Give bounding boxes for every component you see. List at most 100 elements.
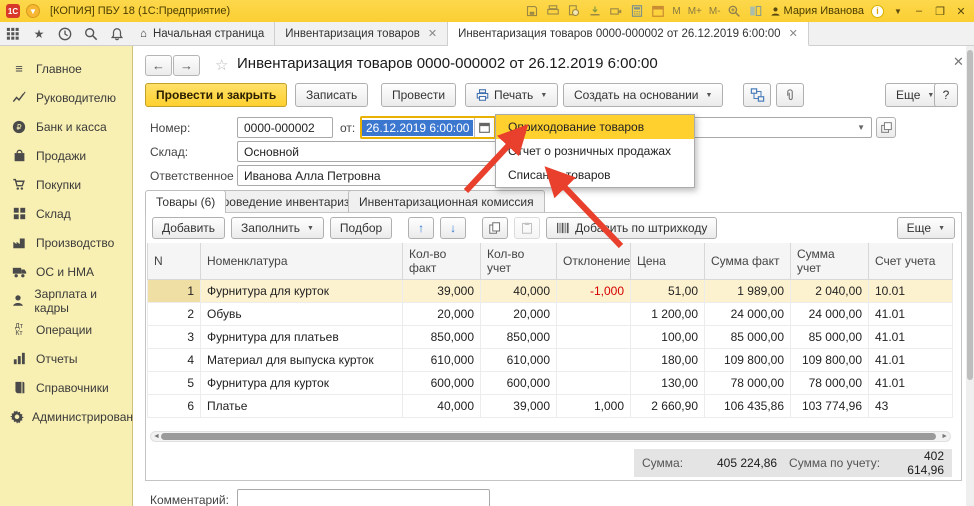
col-account[interactable]: Счет учета <box>869 243 953 280</box>
sidebar-item-directories[interactable]: Справочники <box>0 373 132 402</box>
forward-button[interactable]: → <box>173 55 200 76</box>
tab-inventory-document[interactable]: Инвентаризация товаров 0000-000002 от 26… <box>448 22 809 46</box>
comment-label: Комментарий: <box>150 493 229 506</box>
sidebar-item-purchases[interactable]: Покупки <box>0 170 132 199</box>
memory-mminus-button[interactable]: М- <box>709 6 721 17</box>
ruble-coin-icon: ₽ <box>10 120 28 134</box>
help-button[interactable]: ? <box>934 83 958 107</box>
tab-goods[interactable]: Товары (6) <box>145 190 226 213</box>
col-qty-fact[interactable]: Кол-во факт <box>403 243 481 280</box>
memory-mplus-button[interactable]: М+ <box>688 6 702 17</box>
zoom-icon[interactable] <box>728 4 742 18</box>
main-menu-button[interactable]: ▼ <box>26 4 40 18</box>
maximize-button[interactable]: ❐ <box>933 5 947 18</box>
chevron-down-icon[interactable]: ▼ <box>857 123 865 132</box>
print-icon[interactable] <box>546 4 560 18</box>
col-price[interactable]: Цена <box>631 243 705 280</box>
document-structure-button[interactable] <box>743 83 771 107</box>
table-row[interactable]: 3Фурнитура для платьев850,000850,000100,… <box>148 326 953 349</box>
search-icon[interactable] <box>78 22 104 45</box>
copy-button[interactable] <box>482 217 508 239</box>
back-button[interactable]: ← <box>145 55 172 76</box>
create-based-on-button[interactable]: Создать на основании▼ <box>563 83 723 107</box>
send-icon[interactable] <box>609 4 623 18</box>
fill-button[interactable]: Заполнить▼ <box>231 217 324 239</box>
number-field[interactable]: 0000-000002 <box>237 117 333 138</box>
open-organization-button[interactable] <box>876 117 896 138</box>
table-row[interactable]: 4Материал для выпуска курток610,000610,0… <box>148 349 953 372</box>
horizontal-scrollbar[interactable]: ◄ ► <box>150 431 951 442</box>
table-row[interactable]: 6Платье40,00039,0001,0002 660,90106 435,… <box>148 395 953 418</box>
sidebar-item-warehouse[interactable]: Склад <box>0 199 132 228</box>
favorites-star-icon[interactable]: ★ <box>26 22 52 45</box>
table-row[interactable]: 5Фурнитура для курток600,000600,000130,0… <box>148 372 953 395</box>
scrollbar-thumb[interactable] <box>967 50 973 380</box>
add-by-barcode-button[interactable]: Добавить по штрихкоду <box>546 217 717 239</box>
sidebar-item-reports[interactable]: Отчеты <box>0 344 132 373</box>
table-row[interactable]: 2Обувь20,00020,0001 200,0024 000,0024 00… <box>148 303 953 326</box>
info-button[interactable]: i <box>871 5 884 18</box>
print-button[interactable]: Печать▼ <box>465 83 558 107</box>
history-clock-icon[interactable] <box>52 22 78 45</box>
comment-field[interactable] <box>237 489 490 506</box>
date-field[interactable]: 26.12.2019 6:00:00 <box>360 116 496 139</box>
save-icon[interactable] <box>525 4 539 18</box>
pick-button[interactable]: Подбор <box>330 217 392 239</box>
move-up-button[interactable]: ↑ <box>408 217 434 239</box>
tab-inventory-commission[interactable]: Инвентаризационная комиссия <box>348 190 545 212</box>
tab-home[interactable]: ⌂ Начальная страница <box>130 22 275 45</box>
attachments-button[interactable] <box>776 83 804 107</box>
form-close-button[interactable]: ✕ <box>953 54 964 70</box>
calendar-icon[interactable] <box>651 4 665 18</box>
save-button[interactable]: Записать <box>295 83 368 107</box>
scroll-right-icon[interactable]: ► <box>941 433 948 440</box>
add-row-button[interactable]: Добавить <box>152 217 225 239</box>
titlebar-dropdown-icon[interactable]: ▼ <box>891 7 905 16</box>
calendar-picker-icon[interactable] <box>474 118 494 137</box>
calculator-icon[interactable] <box>630 4 644 18</box>
tab-close-icon[interactable]: ✕ <box>789 27 798 40</box>
table-more-button[interactable]: Еще▼ <box>897 217 955 239</box>
sidebar-item-bank-cash[interactable]: ₽Банк и касса <box>0 112 132 141</box>
sidebar-item-manager[interactable]: Руководителю <box>0 83 132 112</box>
menu-item-retail-sales-report[interactable]: Отчет о розничных продажах <box>496 139 694 163</box>
vertical-scrollbar[interactable] <box>966 46 974 506</box>
minimize-button[interactable]: – <box>912 5 926 17</box>
sidebar-item-production[interactable]: Производство <box>0 228 132 257</box>
menu-grid-icon[interactable] <box>0 22 26 45</box>
export-icon[interactable] <box>588 4 602 18</box>
menu-item-goods-writeoff[interactable]: Списание товаров <box>496 163 694 187</box>
scroll-left-icon[interactable]: ◄ <box>153 433 160 440</box>
favorite-star-icon[interactable]: ☆ <box>215 56 228 74</box>
col-sum-account[interactable]: Сумма учет <box>791 243 869 280</box>
sidebar-item-sales[interactable]: Продажи <box>0 141 132 170</box>
notifications-bell-icon[interactable] <box>104 22 130 45</box>
close-button[interactable]: ✕ <box>954 5 968 18</box>
sidebar-item-main[interactable]: ≡Главное <box>0 54 132 83</box>
col-n[interactable]: N <box>148 243 201 280</box>
current-user[interactable]: Мария Иванова <box>770 5 864 17</box>
memory-m-button[interactable]: М <box>672 6 680 17</box>
tab-inventory-list[interactable]: Инвентаризация товаров ✕ <box>275 22 448 45</box>
post-and-close-button[interactable]: Провести и закрыть <box>145 83 287 107</box>
preview-icon[interactable] <box>567 4 581 18</box>
table-row[interactable]: 1Фурнитура для курток39,00040,000-1,0005… <box>148 280 953 303</box>
menu-item-goods-receipt[interactable]: Оприходование товаров <box>496 115 694 139</box>
paste-button[interactable] <box>514 217 540 239</box>
sidebar-item-administration[interactable]: Администрирование <box>0 402 132 431</box>
split-view-icon[interactable] <box>749 4 763 18</box>
scrollbar-thumb[interactable] <box>161 433 936 440</box>
main-menu-icon: ≡ <box>10 61 28 76</box>
tab-close-icon[interactable]: ✕ <box>428 27 437 40</box>
sidebar-item-operations[interactable]: ДтКтОперации <box>0 315 132 344</box>
chevron-down-icon: ▼ <box>307 225 314 232</box>
col-deviation[interactable]: Отклонение <box>557 243 631 280</box>
col-nomenclature[interactable]: Номенклатура <box>201 243 403 280</box>
sum-account-value: 402 614,96 <box>886 449 944 477</box>
col-sum-fact[interactable]: Сумма факт <box>705 243 791 280</box>
col-qty-account[interactable]: Кол-во учет <box>481 243 557 280</box>
sidebar-item-payroll-hr[interactable]: Зарплата и кадры <box>0 286 132 315</box>
post-button[interactable]: Провести <box>381 83 456 107</box>
move-down-button[interactable]: ↓ <box>440 217 466 239</box>
sidebar-item-fixed-assets[interactable]: ОС и НМА <box>0 257 132 286</box>
